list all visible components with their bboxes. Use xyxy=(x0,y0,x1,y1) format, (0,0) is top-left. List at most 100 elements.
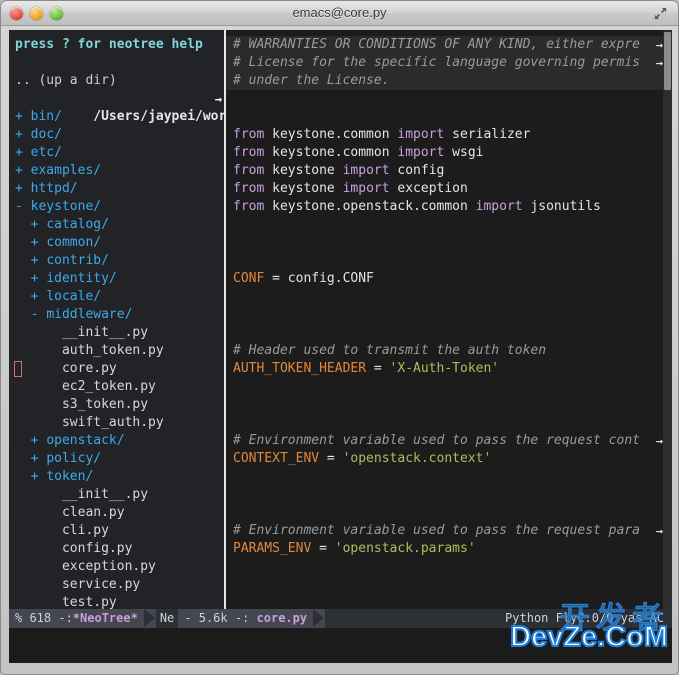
code-line[interactable] xyxy=(226,234,672,252)
code-line[interactable]: from keystone.common import serializer xyxy=(226,126,672,144)
expand-icon[interactable]: + xyxy=(31,289,47,304)
scrollbar-thumb[interactable] xyxy=(664,32,671,90)
neotree-indent xyxy=(15,253,31,268)
code-line[interactable] xyxy=(226,216,672,234)
code-line[interactable]: AUTH_TOKEN_HEADER = 'X-Auth-Token' xyxy=(226,360,672,378)
code-line[interactable] xyxy=(226,558,672,576)
neotree-item-label: config.py xyxy=(62,541,132,556)
code-buffer[interactable]: # WARRANTIES OR CONDITIONS OF ANY KIND, … xyxy=(226,30,672,628)
code-line[interactable] xyxy=(226,486,672,504)
code-line[interactable] xyxy=(226,468,672,486)
code-line[interactable] xyxy=(226,324,672,342)
code-line[interactable] xyxy=(226,108,672,126)
neotree-item-etc-[interactable]: + etc/ xyxy=(9,144,224,162)
neotree-item-core-py[interactable]: core.py xyxy=(9,360,224,378)
code-line[interactable] xyxy=(226,414,672,432)
neotree-item-token-[interactable]: + token/ xyxy=(9,468,224,486)
neotree-item-catalog-[interactable]: + catalog/ xyxy=(9,216,224,234)
expand-arrows-icon[interactable] xyxy=(653,6,668,21)
mode-line-truncated-label: Ne xyxy=(156,609,178,628)
expand-icon[interactable]: + xyxy=(15,181,31,196)
mode-line-size: - 5.6k -: xyxy=(184,611,256,625)
mode-line-code-segment[interactable]: - 5.6k -: core.py xyxy=(178,609,313,628)
neotree-item-clean-py[interactable]: clean.py xyxy=(9,504,224,522)
expand-icon[interactable]: + xyxy=(31,235,47,250)
expand-icon[interactable]: + xyxy=(31,469,47,484)
neotree-item-config-py[interactable]: config.py xyxy=(9,540,224,558)
neotree-no-sign xyxy=(46,397,62,412)
line-overflow-icon: → xyxy=(656,54,663,72)
collapse-icon[interactable]: - xyxy=(15,199,31,214)
mode-line-buffer-neotree: *NeoTree* xyxy=(73,609,138,628)
neotree-item-swift-auth-py[interactable]: swift_auth.py xyxy=(9,414,224,432)
neotree-item-s3-token-py[interactable]: s3_token.py xyxy=(9,396,224,414)
code-line[interactable]: # WARRANTIES OR CONDITIONS OF ANY KIND, … xyxy=(226,36,672,54)
neotree-item-auth-token-py[interactable]: auth_token.py xyxy=(9,342,224,360)
code-line[interactable]: CONTEXT_ENV = 'openstack.context' xyxy=(226,450,672,468)
vertical-scrollbar[interactable] xyxy=(663,30,672,628)
neotree-item-cli-py[interactable]: cli.py xyxy=(9,522,224,540)
line-overflow-icon: → xyxy=(215,90,222,108)
expand-icon[interactable]: + xyxy=(31,217,47,232)
neotree-item-doc-[interactable]: + doc/ xyxy=(9,126,224,144)
expand-icon[interactable]: + xyxy=(31,451,47,466)
neotree-up-dir[interactable]: .. (up a dir) xyxy=(9,72,224,90)
neotree-item-ec2-token-py[interactable]: ec2_token.py xyxy=(9,378,224,396)
code-line[interactable]: # Environment variable used to pass the … xyxy=(226,432,672,450)
expand-icon[interactable]: + xyxy=(15,163,31,178)
code-line[interactable] xyxy=(226,288,672,306)
collapse-icon[interactable]: - xyxy=(31,307,47,322)
neotree-item-service-py[interactable]: service.py xyxy=(9,576,224,594)
title-bar[interactable]: emacs@core.py xyxy=(1,1,678,26)
code-line[interactable] xyxy=(226,252,672,270)
neotree-item-common-[interactable]: + common/ xyxy=(9,234,224,252)
expand-icon[interactable]: + xyxy=(15,145,31,160)
neotree-item-examples-[interactable]: + examples/ xyxy=(9,162,224,180)
code-line[interactable]: PARAMS_ENV = 'openstack.params' xyxy=(226,540,672,558)
code-line[interactable] xyxy=(226,378,672,396)
neotree-item--init-py[interactable]: __init__.py xyxy=(9,324,224,342)
neotree-item-contrib-[interactable]: + contrib/ xyxy=(9,252,224,270)
neotree-item-label: common/ xyxy=(46,235,101,250)
neotree-item-exception-py[interactable]: exception.py xyxy=(9,558,224,576)
code-line[interactable] xyxy=(226,396,672,414)
code-token: import xyxy=(397,145,452,160)
code-line[interactable]: from keystone.openstack.common import js… xyxy=(226,198,672,216)
expand-icon[interactable]: + xyxy=(15,127,31,142)
neotree-item-bin-[interactable]: + bin/ xyxy=(9,108,224,126)
expand-icon[interactable]: + xyxy=(31,253,47,268)
code-token: jsonutils xyxy=(530,199,600,214)
neotree-item--init-py[interactable]: __init__.py xyxy=(9,486,224,504)
code-line[interactable]: # Header used to transmit the auth token xyxy=(226,342,672,360)
code-line[interactable]: # License for the specific language gove… xyxy=(226,54,672,72)
neotree-item-openstack-[interactable]: + openstack/ xyxy=(9,432,224,450)
code-line[interactable]: # Environment variable used to pass the … xyxy=(226,522,672,540)
neotree-item-label: openstack/ xyxy=(46,433,124,448)
code-token: CONF xyxy=(233,271,264,286)
code-line[interactable] xyxy=(226,504,672,522)
neotree-root-path[interactable]: /Users/jaypei/work/opens → xyxy=(9,90,224,108)
neotree-item-locale-[interactable]: + locale/ xyxy=(9,288,224,306)
expand-icon[interactable]: + xyxy=(31,433,47,448)
neotree-pane[interactable]: press ? for neotree help .. (up a dir) /… xyxy=(9,30,224,628)
neotree-item-identity-[interactable]: + identity/ xyxy=(9,270,224,288)
echo-area[interactable] xyxy=(9,628,672,663)
neotree-item-policy-[interactable]: + policy/ xyxy=(9,450,224,468)
code-line[interactable]: from keystone import config xyxy=(226,162,672,180)
neotree-item-keystone-[interactable]: - keystone/ xyxy=(9,198,224,216)
code-line[interactable]: from keystone import exception xyxy=(226,180,672,198)
expand-icon[interactable]: + xyxy=(15,109,31,124)
neotree-item-middleware-[interactable]: - middleware/ xyxy=(9,306,224,324)
neotree-indent xyxy=(15,397,46,412)
expand-icon[interactable]: + xyxy=(31,271,47,286)
code-line[interactable] xyxy=(226,576,672,594)
code-line[interactable]: from keystone.common import wsgi xyxy=(226,144,672,162)
mode-line-neotree-segment[interactable]: % 618 -: *NeoTree* xyxy=(9,609,144,628)
code-line[interactable] xyxy=(226,306,672,324)
code-line[interactable] xyxy=(226,90,672,108)
code-line[interactable]: # under the License. xyxy=(226,72,672,90)
code-line[interactable]: CONF = config.CONF xyxy=(226,270,672,288)
neotree-indent xyxy=(15,379,46,394)
neotree-item-httpd-[interactable]: + httpd/ xyxy=(9,180,224,198)
code-token: keystone.common xyxy=(272,145,397,160)
